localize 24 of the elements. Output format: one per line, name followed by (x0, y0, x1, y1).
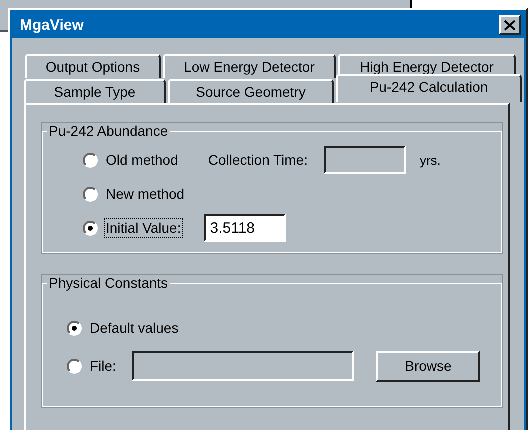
field-label: Collection Time: (208, 152, 308, 168)
tab[interactable]: Pu-242 Calculation (336, 74, 522, 102)
group-title: Physical Constants (48, 275, 170, 291)
radio-label[interactable]: Default values (88, 318, 181, 338)
radio-label[interactable]: Old method (104, 150, 180, 170)
tab[interactable]: Source Geometry (168, 79, 334, 103)
radio-label[interactable]: Initial Value: (104, 218, 184, 238)
radio-button[interactable] (83, 186, 98, 202)
radio-button[interactable] (83, 152, 98, 168)
window-title: MgaView (20, 16, 84, 34)
radio-label[interactable]: File: (88, 356, 118, 376)
unit-label: yrs. (420, 152, 441, 168)
tab[interactable]: Low Energy Detector (163, 54, 336, 78)
close-icon (504, 20, 516, 30)
radio-button[interactable] (67, 358, 82, 374)
radio-button[interactable] (67, 320, 82, 336)
group-title: Pu-242 Abundance (48, 123, 170, 139)
browse-button[interactable]: Browse (376, 350, 480, 382)
close-button[interactable] (499, 15, 521, 35)
tab[interactable]: Output Options (25, 54, 161, 78)
initial-value-field[interactable]: 3.5118 (204, 214, 286, 242)
tab[interactable]: Sample Type (24, 79, 166, 103)
radio-label[interactable]: New method (104, 184, 187, 204)
radio-button[interactable] (83, 220, 98, 236)
